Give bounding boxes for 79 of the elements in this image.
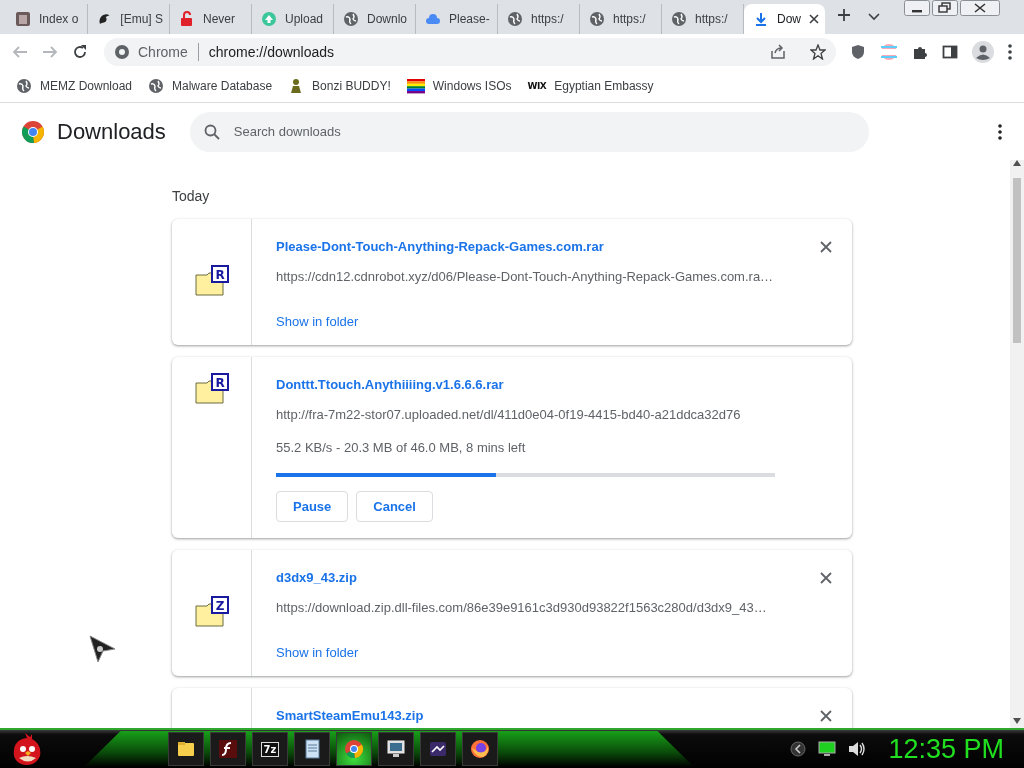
chrome-logo-icon: [114, 44, 130, 60]
cloud-icon: [425, 11, 441, 27]
reload-icon[interactable]: [72, 44, 88, 60]
more-menu-icon[interactable]: [1008, 44, 1012, 60]
bookmark-link[interactable]: Windows ISOs: [400, 75, 518, 97]
taskbar-app-button[interactable]: [294, 732, 330, 766]
bookmark-link[interactable]: MEMZ Download: [10, 75, 139, 97]
globe-icon: [343, 11, 359, 27]
scroll-up-arrow-icon[interactable]: [1013, 160, 1021, 166]
chrome-icon: [343, 738, 365, 760]
page-title: Downloads: [57, 118, 166, 145]
bookmark-link[interactable]: Malware Database: [142, 75, 279, 97]
source-url: http://fra-7m22-stor07.uploaded.net/dl/411d0e04-0f19-4415-bd40-a21ddca32d76: [276, 407, 742, 422]
browser-tab[interactable]: Dow: [744, 4, 825, 34]
download-icon: [753, 11, 769, 27]
close-icon[interactable]: [820, 710, 832, 722]
picture-icon: [15, 11, 31, 27]
more-menu-icon[interactable]: [998, 123, 1002, 140]
flash-icon: [217, 738, 239, 760]
profile-avatar-icon[interactable]: [972, 41, 994, 63]
side-panel-icon[interactable]: [942, 44, 958, 60]
source-url: https://download.zip.dll-files.com/86e39e9161c3d930d93822f1563c280d/d3dx9_43…: [276, 600, 768, 615]
cancel-button[interactable]: Cancel: [356, 491, 433, 522]
download-status: 55.2 KB/s - 20.3 MB of 46.0 MB, 8 mins left: [276, 440, 527, 455]
globe-icon: [507, 11, 523, 27]
scrollbar-thumb[interactable]: [1013, 178, 1021, 343]
pause-button[interactable]: Pause: [276, 491, 349, 522]
scroll-down-arrow-icon[interactable]: [1013, 718, 1021, 724]
bookmark-star-icon[interactable]: [810, 44, 826, 60]
file-name-link[interactable]: Donttt.Ttouch.Anythiiiing.v1.6.6.6.rar: [276, 377, 504, 392]
taskbar-app-button[interactable]: [462, 732, 498, 766]
firefox-icon: [469, 738, 491, 760]
file-name-link[interactable]: Please-Dont-Touch-Anything-Repack-Games.com.rar: [276, 239, 604, 254]
dropdown-caret-icon[interactable]: [868, 13, 880, 21]
taskbar-app-button[interactable]: [168, 732, 204, 766]
address-bar[interactable]: Chrome chrome://downloads: [104, 38, 836, 66]
chrome-logo-icon: [21, 119, 45, 144]
monitor-icon[interactable]: [818, 741, 837, 757]
source-url: https://cdn12.cdnrobot.xyz/d06/Please-Dont-Touch-Anything-Repack-Games.com.ra…: [276, 269, 775, 284]
speaker-icon[interactable]: [848, 741, 867, 757]
site-label: Chrome: [138, 44, 188, 60]
archiver-logo: 7z: [260, 741, 280, 757]
close-window-icon[interactable]: [960, 0, 1000, 16]
restore-icon[interactable]: [932, 0, 958, 16]
taskbar-app-button[interactable]: [210, 732, 246, 766]
rainbow-flag-icon: [406, 78, 425, 94]
taskbar-app-button[interactable]: [420, 732, 456, 766]
monitor-icon: [385, 738, 407, 760]
puzzle-icon[interactable]: [912, 44, 928, 60]
logo-wordmark: WIX: [527, 81, 547, 91]
bookmark-link[interactable]: Bonzi BUDDY!: [282, 75, 397, 97]
globe-icon: [671, 11, 687, 27]
share-icon[interactable]: [770, 44, 788, 60]
globe-icon: [16, 78, 32, 94]
search-icon: [203, 123, 220, 140]
file-name-link[interactable]: SmartSteamEmu143.zip: [276, 708, 424, 723]
upload-icon: [261, 11, 277, 27]
globe-icon: [148, 78, 165, 94]
show-in-folder-link[interactable]: Show in folder: [276, 314, 359, 329]
taskbar-app-button[interactable]: 7z: [252, 732, 288, 766]
minimize-icon[interactable]: [904, 0, 930, 16]
show-in-folder-link[interactable]: Show in folder: [276, 645, 359, 660]
bookmark-link[interactable]: WIX Egyptian Embassy: [521, 76, 660, 96]
section-heading: Today: [172, 188, 211, 204]
shield-extension-icon[interactable]: [850, 44, 866, 60]
new-tab-icon[interactable]: [837, 8, 851, 22]
scrollbar[interactable]: [1010, 160, 1024, 728]
taskbar-app-button[interactable]: [336, 732, 372, 766]
close-icon[interactable]: [820, 572, 832, 584]
close-icon[interactable]: [820, 241, 832, 253]
taskbar-app-button[interactable]: [378, 732, 414, 766]
file-name-link[interactable]: d3dx9_43.zip: [276, 570, 357, 585]
search-field[interactable]: Search downloads: [189, 111, 869, 152]
globe-icon: [589, 11, 605, 27]
url-text: chrome://downloads: [208, 44, 336, 60]
clock[interactable]: 12:35 PM: [888, 733, 1004, 765]
close-icon[interactable]: [809, 14, 819, 24]
lock-icon: [179, 11, 195, 27]
mouse-cursor-icon: [89, 635, 117, 663]
